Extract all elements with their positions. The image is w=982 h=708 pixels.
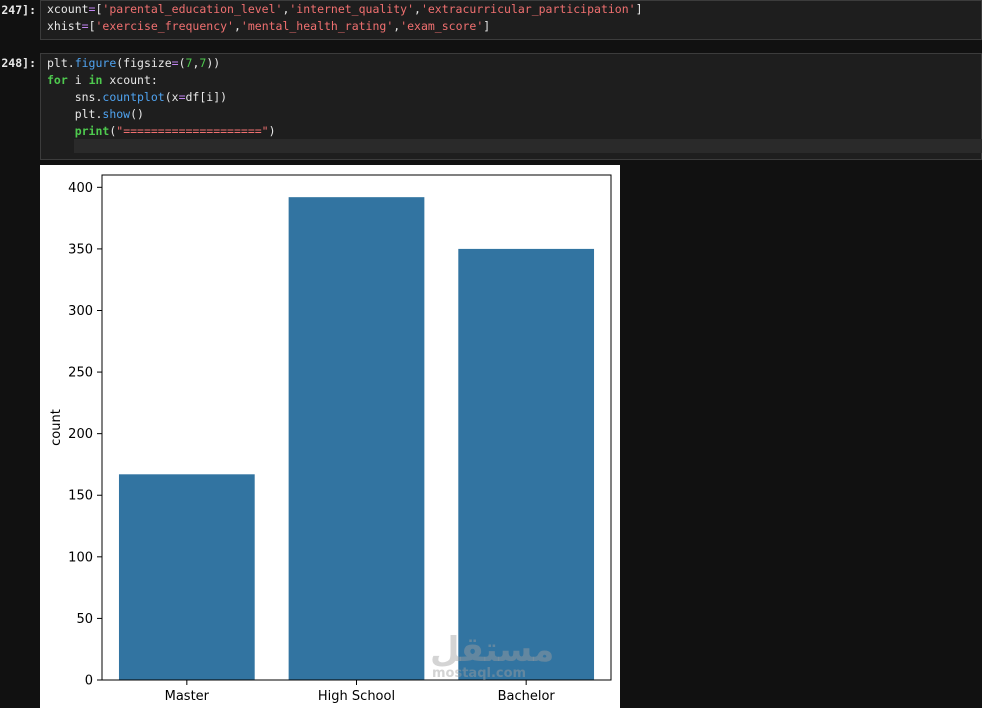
code-line: xhist=['exercise_frequency','mental_heal… — [47, 19, 491, 33]
countplot-chart: Master High School Bachelor 0 50 100 150 200 250… — [49, 174, 612, 704]
x-tick-label: Master — [165, 689, 210, 704]
code-line: plt.figure(figsize=(7,7)) — [47, 56, 221, 70]
output-chart: Master High School Bachelor 0 50 100 150 200 250… — [40, 165, 620, 708]
code-line: xcount=['parental_education_level','inte… — [47, 2, 643, 16]
bar — [288, 197, 425, 681]
y-tick-label: 400 — [68, 181, 93, 196]
y-tick-label: 350 — [68, 242, 93, 257]
y-tick-label: 200 — [68, 427, 93, 442]
cell-prompt: 248]: — [1, 56, 36, 70]
y-tick-label: 300 — [68, 304, 93, 319]
x-tick-label: Bachelor — [498, 689, 556, 704]
code-line: plt.show() — [47, 107, 144, 121]
code-editor[interactable]: xcount=['parental_education_level','inte… — [40, 0, 982, 40]
y-tick-label: 150 — [68, 489, 93, 504]
code-line: for i in xcount: — [47, 73, 158, 87]
y-tick-label: 250 — [68, 366, 93, 381]
bar — [118, 474, 255, 680]
y-tick-label: 50 — [76, 612, 93, 627]
code-cell-248[interactable]: 248]: plt.figure(figsize=(7,7)) for i in… — [0, 53, 982, 161]
code-line: print("====================") — [74, 124, 276, 138]
y-axis-label: count — [49, 409, 64, 446]
y-tick-label: 100 — [68, 550, 93, 565]
x-tick-label: High School — [318, 689, 395, 704]
code-cell-247[interactable]: 247]: xcount=['parental_education_level'… — [0, 0, 982, 40]
cell-prompt: 247]: — [1, 3, 36, 17]
y-tick-label: 0 — [85, 674, 93, 689]
cursor-line — [74, 139, 982, 153]
bar — [458, 248, 595, 680]
code-line: sns.countplot(x=df[i]) — [47, 90, 228, 104]
